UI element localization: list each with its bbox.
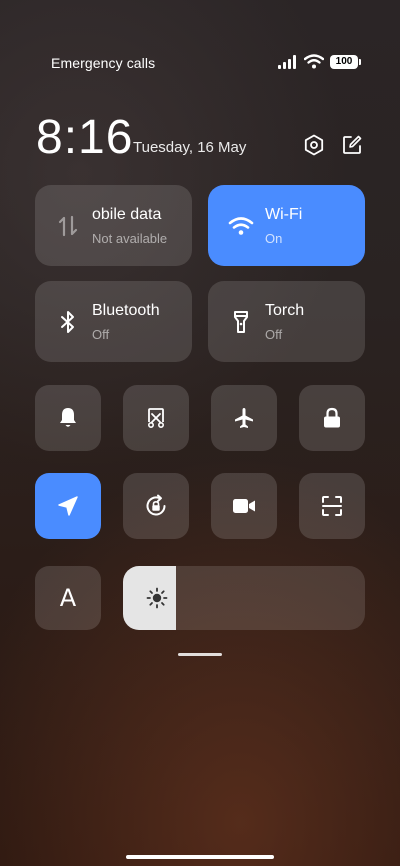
- bluetooth-tile[interactable]: Bluetooth Off: [35, 281, 192, 362]
- signal-icon: [278, 54, 296, 69]
- sun-icon: [146, 587, 168, 609]
- bluetooth-title: Bluetooth: [92, 302, 160, 319]
- edit-button[interactable]: [339, 132, 365, 158]
- torch-title: Torch: [265, 302, 305, 319]
- lock-icon: [324, 407, 340, 428]
- wifi-title: Wi-Fi: [265, 206, 303, 223]
- scanner-toggle[interactable]: [299, 473, 365, 539]
- settings-button[interactable]: [301, 132, 327, 158]
- location-arrow-icon: [58, 496, 78, 516]
- location-toggle[interactable]: [35, 473, 101, 539]
- airplane-icon: [235, 408, 253, 428]
- scissors-screenshot-icon: [148, 408, 165, 428]
- bell-icon: [60, 408, 76, 427]
- auto-brightness-button[interactable]: A: [35, 566, 101, 630]
- home-indicator[interactable]: [126, 855, 274, 859]
- mobile-data-title: obile data: [92, 206, 162, 223]
- wifi-icon: [228, 213, 254, 239]
- mobile-data-icon: [55, 213, 81, 239]
- video-camera-icon: [233, 499, 255, 513]
- torch-tile[interactable]: Torch Off: [208, 281, 365, 362]
- rotation-lock-toggle[interactable]: [123, 473, 189, 539]
- mobile-data-subtitle: Not available: [92, 231, 168, 246]
- scan-icon: [322, 496, 342, 516]
- screenshot-toggle[interactable]: [123, 385, 189, 451]
- brightness-slider[interactable]: [123, 566, 365, 630]
- airplane-mode-toggle[interactable]: [211, 385, 277, 451]
- bluetooth-subtitle: Off: [92, 327, 110, 342]
- clock-time: 8:16: [36, 111, 134, 164]
- battery-level: 100: [335, 56, 353, 67]
- torch-subtitle: Off: [265, 327, 283, 342]
- status-icons: 100: [278, 54, 361, 69]
- auto-brightness-label: A: [59, 584, 77, 612]
- screen-record-toggle[interactable]: [211, 473, 277, 539]
- wifi-subtitle: On: [265, 231, 283, 246]
- lock-screen-toggle[interactable]: [299, 385, 365, 451]
- wifi-status-icon: [304, 54, 324, 69]
- status-carrier-text: Emergency calls: [51, 55, 156, 71]
- clock-date: Tuesday, 16 May: [133, 139, 247, 156]
- rotation-lock-icon: [146, 494, 166, 516]
- panel-drag-handle[interactable]: [178, 653, 222, 656]
- wifi-tile[interactable]: Wi-Fi On: [208, 185, 365, 266]
- edit-icon: [343, 135, 362, 154]
- bluetooth-icon: [55, 309, 81, 335]
- mobile-data-tile[interactable]: obile data Not available: [35, 185, 192, 266]
- battery-icon: 100: [330, 54, 361, 69]
- hexagon-gear-icon: [304, 134, 324, 156]
- silent-toggle[interactable]: [35, 385, 101, 451]
- torch-icon: [228, 309, 254, 335]
